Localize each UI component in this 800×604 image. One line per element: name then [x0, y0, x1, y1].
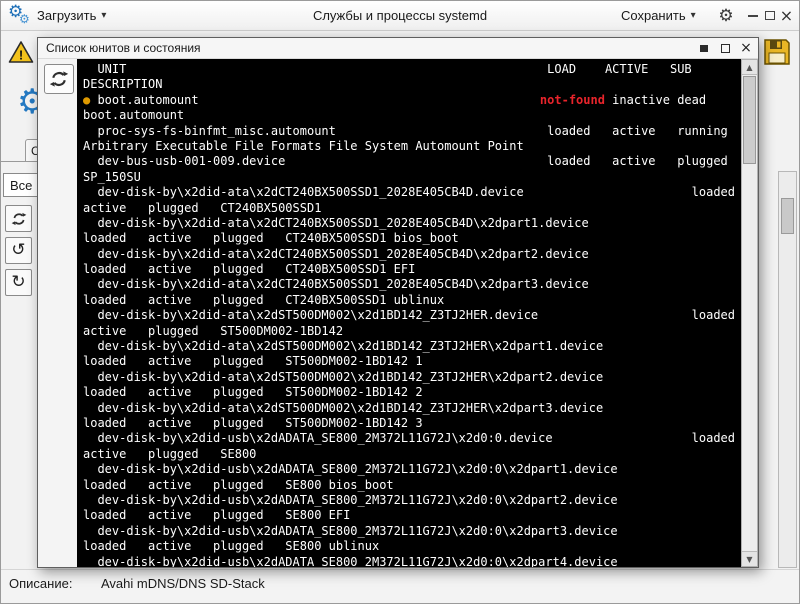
unit-line[interactable]: loaded active plugged SE800 EFI [83, 508, 735, 523]
tab-strip-divider [1, 161, 37, 162]
unit-line[interactable]: dev-disk-by\x2did-usb\x2dADATA_SE800_2M3… [83, 493, 735, 508]
dialog-title: Список юнитов и состояния [46, 41, 201, 55]
unit-line[interactable]: Arbitrary Executable File Formats File S… [83, 139, 735, 154]
unit-line[interactable]: dev-disk-by\x2did-ata\x2dCT240BX500SSD1_… [83, 216, 735, 231]
maximize-icon [765, 11, 775, 20]
unit-line[interactable]: dev-disk-by\x2did-ata\x2dCT240BX500SSD1_… [83, 185, 735, 200]
load-button[interactable]: Загрузить ▾ [29, 1, 114, 30]
dialog-maximize-icon [721, 44, 730, 53]
unit-line[interactable]: dev-disk-by\x2did-ata\x2dST500DM002\x2d1… [83, 339, 735, 354]
unit-line[interactable]: active plugged SE800 [83, 447, 735, 462]
warning-exclamation: ! [19, 48, 23, 63]
window-controls: × [744, 1, 795, 30]
dialog-maximize-button[interactable] [718, 40, 732, 56]
caret-down-icon: ▾ [691, 10, 696, 21]
unit-line[interactable]: loaded active plugged CT240BX500SSD1 ubl… [83, 293, 735, 308]
unit-line[interactable]: loaded active plugged CT240BX500SSD1 EFI [83, 262, 735, 277]
refresh-units-button[interactable] [44, 64, 74, 94]
close-icon: × [780, 8, 793, 24]
window-title: Службы и процессы systemd [181, 1, 619, 30]
caret-down-icon: ▾ [101, 10, 106, 21]
app-window: ⚙ ⚙ Загрузить ▾ Службы и процессы system… [0, 0, 800, 604]
minimize-button[interactable] [744, 5, 761, 27]
save-button[interactable]: Сохранить ▾ [613, 1, 704, 30]
unit-list[interactable]: UNITLOAD ACTIVE SUB DESCRIPTION● boot.au… [77, 59, 741, 567]
dialog-close-icon: × [740, 41, 752, 55]
settings-gear-icon: ⚙ [718, 6, 733, 26]
unit-line[interactable]: dev-disk-by\x2did-ata\x2dST500DM002\x2d1… [83, 308, 735, 323]
refresh-icon [11, 211, 27, 227]
warning-button[interactable]: ! [5, 37, 37, 67]
main-scrollbar-thumb[interactable] [781, 198, 794, 234]
save-button-label: Сохранить [621, 8, 686, 23]
unit-line[interactable]: proc-sys-fs-binfmt_misc.automountloaded … [83, 124, 735, 139]
unit-line[interactable]: DESCRIPTION [83, 77, 735, 92]
unit-line[interactable]: dev-disk-by\x2did-ata\x2dST500DM002\x2d1… [83, 370, 735, 385]
unit-list-scrollbar[interactable]: ▲ ▼ [741, 59, 758, 567]
unit-line[interactable]: loaded active plugged ST500DM002-1BD142 … [83, 385, 735, 400]
unit-line[interactable]: dev-disk-by\x2did-usb\x2dADATA_SE800_2M3… [83, 462, 735, 477]
dialog-close-button[interactable]: × [739, 40, 753, 56]
unit-line[interactable]: active plugged ST500DM002-1BD142 [83, 324, 735, 339]
dialog-minimize-button[interactable] [697, 40, 711, 56]
scroll-down-button[interactable]: ▼ [742, 551, 757, 566]
unit-scrollbar-thumb[interactable] [743, 76, 756, 164]
settings-button[interactable]: ⚙ [713, 3, 739, 29]
scroll-up-button[interactable]: ▲ [742, 60, 757, 75]
redo-icon: ↻ [11, 274, 25, 291]
refresh-list-button[interactable] [5, 205, 32, 232]
save-floppy-icon [762, 37, 792, 67]
dialog-window-controls: × [697, 38, 753, 58]
unit-line[interactable]: loaded active plugged SE800 bios_boot [83, 478, 735, 493]
unit-line[interactable]: active plugged CT240BX500SSD1 [83, 201, 735, 216]
unit-line[interactable]: ● boot.automountnot-found inactive dead [83, 93, 735, 108]
undo-icon: ↺ [11, 242, 25, 259]
warning-icon: ! [8, 40, 34, 64]
unit-line[interactable]: loaded active plugged SE800 ublinux [83, 539, 735, 554]
dialog-minimize-icon [700, 45, 708, 52]
main-scrollbar[interactable] [778, 171, 797, 568]
minimize-icon [748, 15, 758, 17]
window-title-text: Службы и процессы systemd [313, 8, 487, 23]
unit-line[interactable]: dev-disk-by\x2did-usb\x2dADATA_SE800_2M3… [83, 431, 735, 446]
redo-button[interactable]: ↻ [5, 269, 32, 296]
unit-line[interactable]: dev-disk-by\x2did-usb\x2dADATA_SE800_2M3… [83, 524, 735, 539]
unit-line[interactable]: dev-disk-by\x2did-usb\x2dADATA_SE800_2M3… [83, 555, 735, 568]
app-titlebar[interactable]: ⚙ ⚙ Загрузить ▾ Службы и процессы system… [1, 1, 799, 31]
units-dialog: Список юнитов и состояния × UNITLOAD ACT… [37, 37, 759, 568]
unit-line[interactable]: loaded active plugged ST500DM002-1BD142 … [83, 416, 735, 431]
save-file-button[interactable] [762, 37, 792, 67]
maximize-button[interactable] [761, 5, 778, 27]
scroll-up-icon: ▲ [746, 63, 752, 72]
description-value: Avahi mDNS/DNS SD-Stack [101, 576, 265, 591]
unit-line[interactable]: loaded active plugged ST500DM002-1BD142 … [83, 354, 735, 369]
description-label: Описание: [9, 576, 101, 591]
refresh-icon [49, 69, 69, 89]
unit-line[interactable]: boot.automount [83, 108, 735, 123]
close-button[interactable]: × [778, 5, 795, 27]
unit-line[interactable]: dev-bus-usb-001-009.deviceloaded active … [83, 154, 735, 169]
unit-line[interactable]: dev-disk-by\x2did-ata\x2dST500DM002\x2d1… [83, 401, 735, 416]
scroll-down-icon: ▼ [746, 555, 752, 564]
statusbar: Описание: Avahi mDNS/DNS SD-Stack [1, 569, 799, 604]
unit-line[interactable]: dev-disk-by\x2did-ata\x2dCT240BX500SSD1_… [83, 277, 735, 292]
unit-line[interactable]: loaded active plugged CT240BX500SSD1 bio… [83, 231, 735, 246]
filter-value: Все [10, 178, 32, 193]
unit-line[interactable]: UNITLOAD ACTIVE SUB [83, 62, 735, 77]
unit-line[interactable]: dev-disk-by\x2did-ata\x2dCT240BX500SSD1_… [83, 247, 735, 262]
load-button-label: Загрузить [37, 8, 96, 23]
dialog-titlebar[interactable]: Список юнитов и состояния × [38, 38, 758, 59]
undo-button[interactable]: ↺ [5, 237, 32, 264]
unit-line[interactable]: SP_150SU [83, 170, 735, 185]
